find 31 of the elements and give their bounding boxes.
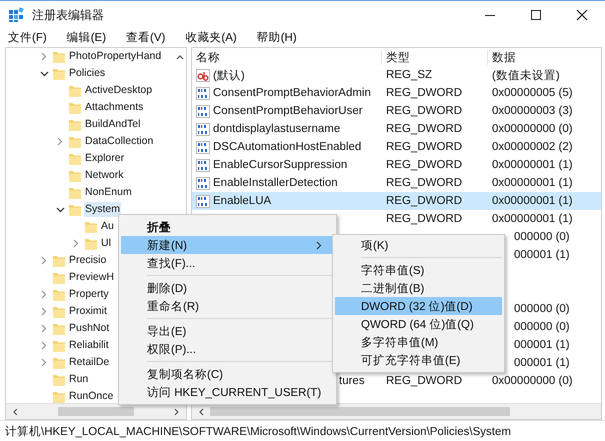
value-data: 0x00000001 (1) [492, 177, 573, 189]
value-data: 0x00000005 (5) [492, 87, 573, 99]
value-name: EnableInstallerDetection [213, 177, 338, 189]
value-name: (默认) [213, 68, 245, 82]
value-name: tures [339, 375, 365, 387]
value-data: 0x00000001 (1) [492, 213, 573, 225]
value-type: REG_DWORD [386, 177, 462, 189]
value-type: REG_SZ [386, 69, 432, 81]
value-type: REG_DWORD [386, 141, 462, 153]
value-name: EnableLUA [213, 195, 272, 207]
value-type: REG_DWORD [386, 123, 462, 135]
value-type: REG_DWORD [386, 375, 462, 387]
value-data: (数值未设置) [492, 68, 560, 82]
value-data: 0x00000001 (1) [492, 195, 573, 207]
window-title: 注册表编辑器 [32, 6, 104, 24]
value-data: 0x00000000 (0) [492, 123, 573, 135]
value-data: 0x00000002 (2) [492, 141, 573, 153]
value-data: 0x00000000 (0) [492, 375, 573, 387]
value-type: REG_DWORD [386, 213, 462, 225]
value-name: EnableCursorSuppression [213, 159, 348, 171]
value-name: DSCAutomationHostEnabled [213, 141, 362, 153]
value-name: dontdisplaylastusername [213, 123, 340, 135]
value-data: 0x00000001 (1) [492, 159, 573, 171]
status-bar: 计算机\HKEY_LOCAL_MACHINE\SOFTWARE\Microsoft\Windows\CurrentVersion\Policies\System [0, 420, 605, 441]
value-name: ConsentPromptBehaviorUser [213, 105, 363, 117]
value-name: ConsentPromptBehaviorAdmin [213, 87, 371, 99]
value-type: REG_DWORD [386, 195, 462, 207]
value-data: 0x00000003 (3) [492, 105, 573, 117]
value-type: REG_DWORD [386, 87, 462, 99]
value-type: REG_DWORD [386, 159, 462, 171]
value-type: REG_DWORD [386, 105, 462, 117]
